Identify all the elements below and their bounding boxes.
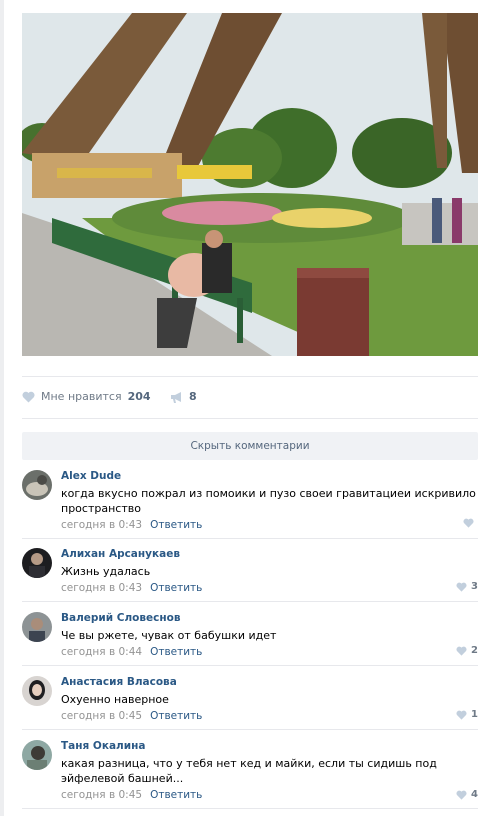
megaphone-icon [171, 391, 181, 403]
comment-item: Анастасия Власова Охуенно наверное сегод… [22, 676, 478, 730]
comment-time[interactable]: сегодня в 0:43 [61, 519, 142, 531]
comment-time[interactable]: сегодня в 0:43 [61, 582, 142, 594]
heart-icon [456, 646, 467, 656]
heart-icon [22, 391, 35, 402]
like-button[interactable]: Мне нравится 204 [22, 390, 151, 403]
comment-author[interactable]: Алихан Арсанукаев [61, 548, 478, 561]
post-card: Мне нравится 204 8 Скрыть комментарии Al… [4, 0, 492, 816]
reply-button[interactable]: Ответить [150, 789, 202, 801]
hide-comments-button[interactable]: Скрыть комментарии [22, 432, 478, 460]
comment-item: Алихан Арсанукаев Жизнь удалась сегодня … [22, 548, 478, 602]
comment-text: Че вы ржете, чувак от бабушки идет [61, 629, 277, 642]
heart-icon [456, 790, 467, 800]
comment-time[interactable]: сегодня в 0:45 [61, 789, 142, 801]
comment-item: Таня Окалина какая разница, что у тебя н… [22, 740, 478, 809]
share-button[interactable]: 8 [170, 390, 197, 403]
comment-author[interactable]: Анастасия Власова [61, 676, 478, 689]
comment-like-count: 3 [471, 581, 478, 592]
avatar[interactable] [22, 548, 52, 578]
like-count: 204 [127, 390, 151, 403]
comment-text: Жизнь удалась [61, 565, 151, 578]
reply-button[interactable]: Ответить [150, 710, 202, 722]
comment-like-count: 1 [471, 709, 478, 720]
post-photo[interactable] [22, 13, 478, 356]
comment-item: Alex Dude когда вкусно пожрал из помоики… [22, 470, 478, 539]
heart-icon [456, 710, 467, 720]
comment-text: Охуенно наверное [61, 693, 169, 706]
reply-button[interactable]: Ответить [150, 646, 202, 658]
like-label: Мне нравится [41, 390, 122, 403]
comment-author[interactable]: Alex Dude [61, 470, 478, 483]
comment-time[interactable]: сегодня в 0:45 [61, 710, 142, 722]
comment-like-count: 4 [471, 789, 478, 800]
post-actions-bar: Мне нравится 204 8 [22, 376, 478, 419]
comment-author[interactable]: Таня Окалина [61, 740, 478, 753]
heart-icon [463, 518, 474, 528]
comment-like-count: 2 [471, 645, 478, 656]
eiffel-photo-illustration [22, 13, 478, 356]
comment-text: какая разница, что у тебя нет кед и майк… [61, 757, 437, 785]
share-count: 8 [189, 390, 197, 403]
comment-like-button[interactable]: 2 [456, 645, 478, 656]
avatar[interactable] [22, 740, 52, 770]
comment-like-button[interactable]: 1 [456, 709, 478, 720]
reply-button[interactable]: Ответить [150, 582, 202, 594]
comment-like-button[interactable] [463, 518, 478, 528]
avatar[interactable] [22, 612, 52, 642]
comment-item: Валерий Словеснов Че вы ржете, чувак от … [22, 612, 478, 666]
comment-like-button[interactable]: 3 [456, 581, 478, 592]
avatar[interactable] [22, 676, 52, 706]
avatar[interactable] [22, 470, 52, 500]
comment-author[interactable]: Валерий Словеснов [61, 612, 478, 625]
comment-text: когда вкусно пожрал из помоики и пузо св… [61, 487, 476, 515]
comment-like-button[interactable]: 4 [456, 789, 478, 800]
heart-icon [456, 582, 467, 592]
comment-time[interactable]: сегодня в 0:44 [61, 646, 142, 658]
reply-button[interactable]: Ответить [150, 519, 202, 531]
